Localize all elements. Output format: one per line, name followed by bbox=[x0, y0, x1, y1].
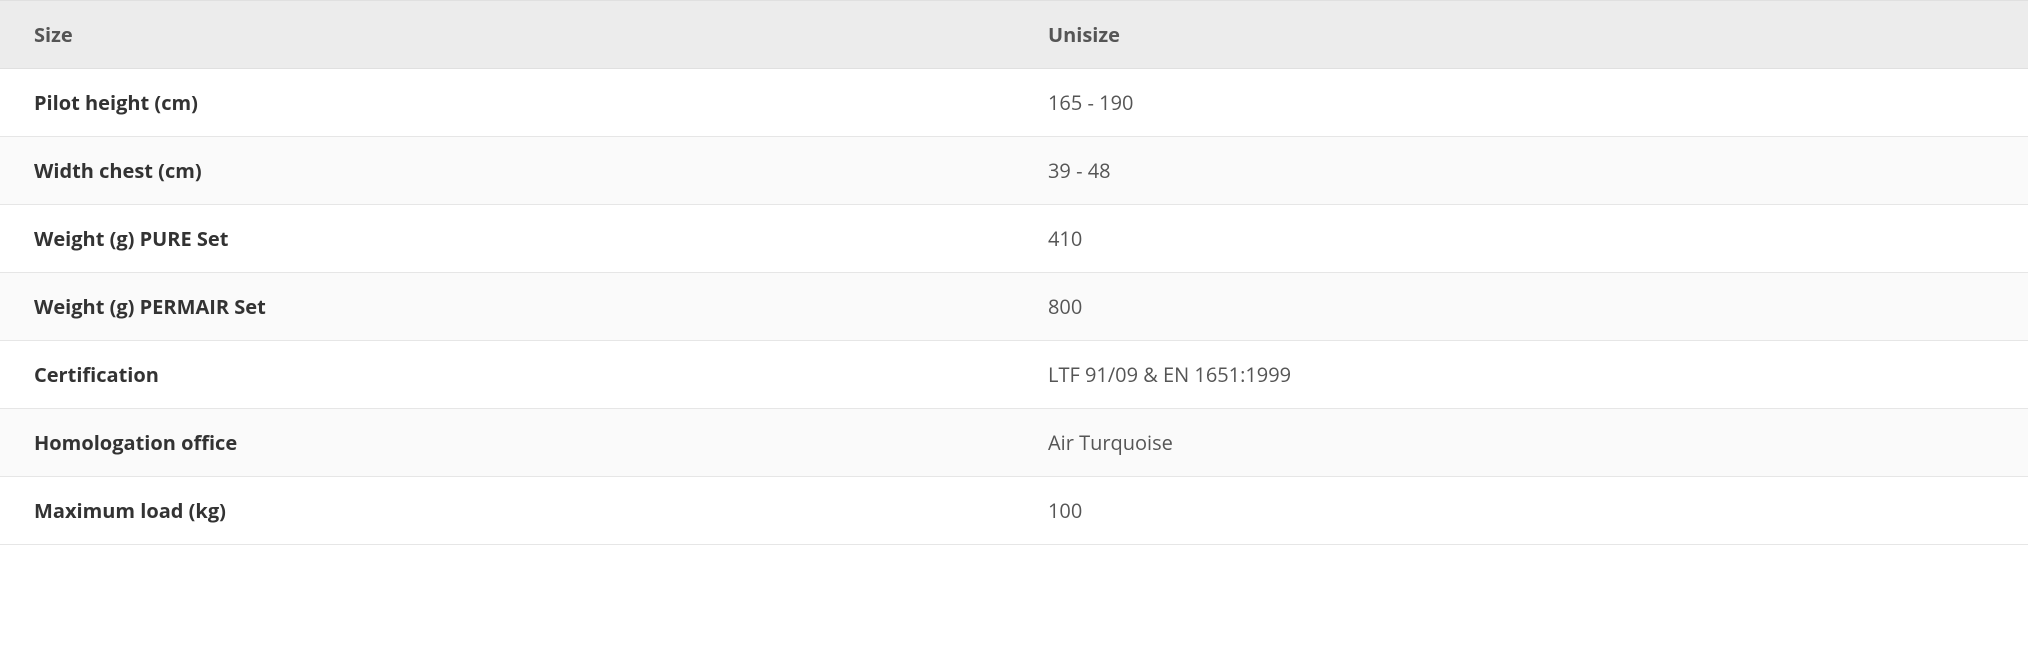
row-label: Certification bbox=[0, 341, 1014, 409]
table-row: Pilot height (cm) 165 - 190 bbox=[0, 69, 2028, 137]
row-value: 410 bbox=[1014, 205, 2028, 273]
row-value: 100 bbox=[1014, 477, 2028, 545]
row-value: Air Turquoise bbox=[1014, 409, 2028, 477]
row-value: 165 - 190 bbox=[1014, 69, 2028, 137]
table-row: Weight (g) PURE Set 410 bbox=[0, 205, 2028, 273]
header-label: Size bbox=[0, 1, 1014, 69]
table-row: Maximum load (kg) 100 bbox=[0, 477, 2028, 545]
row-value: LTF 91/09 & EN 1651:1999 bbox=[1014, 341, 2028, 409]
header-value: Unisize bbox=[1014, 1, 2028, 69]
table-header-row: Size Unisize bbox=[0, 1, 2028, 69]
row-label: Weight (g) PERMAIR Set bbox=[0, 273, 1014, 341]
table-row: Homologation office Air Turquoise bbox=[0, 409, 2028, 477]
row-value: 800 bbox=[1014, 273, 2028, 341]
specs-table: Size Unisize Pilot height (cm) 165 - 190… bbox=[0, 0, 2028, 545]
table-row: Width chest (cm) 39 - 48 bbox=[0, 137, 2028, 205]
row-label: Pilot height (cm) bbox=[0, 69, 1014, 137]
table-row: Certification LTF 91/09 & EN 1651:1999 bbox=[0, 341, 2028, 409]
row-label: Maximum load (kg) bbox=[0, 477, 1014, 545]
row-label: Weight (g) PURE Set bbox=[0, 205, 1014, 273]
row-label: Homologation office bbox=[0, 409, 1014, 477]
table-row: Weight (g) PERMAIR Set 800 bbox=[0, 273, 2028, 341]
row-label: Width chest (cm) bbox=[0, 137, 1014, 205]
row-value: 39 - 48 bbox=[1014, 137, 2028, 205]
